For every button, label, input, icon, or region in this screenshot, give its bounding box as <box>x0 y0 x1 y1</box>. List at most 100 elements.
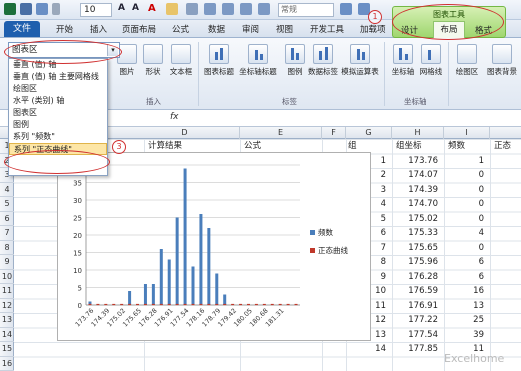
axis-title-button[interactable]: 坐标轴标题 <box>238 44 278 77</box>
cell-i1[interactable]: 频数 <box>448 139 465 153</box>
insert-textbox-button[interactable]: 文本框 <box>166 44 196 77</box>
cell-i[interactable]: 13 <box>444 299 484 313</box>
cell-i[interactable]: 0 <box>444 212 484 226</box>
cell-g[interactable]: 14 <box>346 342 386 356</box>
cell-h[interactable]: 176.91 <box>392 299 438 313</box>
bar[interactable] <box>175 217 179 306</box>
cell-i[interactable]: 1 <box>444 154 484 168</box>
chart-title-button[interactable]: 图表标题 <box>202 44 236 77</box>
insert-shape-button[interactable]: 形状 <box>138 44 168 77</box>
chart-wall-button[interactable]: 图表背景 <box>484 44 520 77</box>
save-icon[interactable] <box>20 3 32 15</box>
tab-developer[interactable]: 开发工具 <box>310 23 344 35</box>
column-header[interactable]: E <box>240 127 322 139</box>
row-header[interactable]: 6 <box>0 212 14 226</box>
bar[interactable] <box>207 228 211 305</box>
cell-h[interactable]: 176.28 <box>392 270 438 284</box>
cell-h[interactable]: 174.39 <box>392 183 438 197</box>
bar[interactable] <box>167 259 171 306</box>
fill-color-icon[interactable] <box>166 3 178 15</box>
tab-data[interactable]: 数据 <box>208 23 225 35</box>
row-header[interactable]: 7 <box>0 226 14 241</box>
border-icon[interactable] <box>186 3 198 15</box>
wrap-icon[interactable] <box>240 3 252 15</box>
bar[interactable] <box>191 266 195 306</box>
data-table-button[interactable]: 模拟运算表 <box>340 44 380 77</box>
gridlines-button[interactable]: 网格线 <box>416 44 446 77</box>
bar[interactable] <box>183 168 187 306</box>
bar[interactable] <box>128 291 132 305</box>
data-labels-button[interactable]: 数据标签 <box>306 44 340 77</box>
cell-h1[interactable]: 组坐标 <box>396 139 422 153</box>
cell-h[interactable]: 175.02 <box>392 212 438 226</box>
cell-i[interactable]: 6 <box>444 255 484 269</box>
row-header[interactable]: 11 <box>0 284 14 299</box>
tab-view[interactable]: 视图 <box>276 23 293 35</box>
row-header[interactable]: 10 <box>0 270 14 284</box>
plot-area-button[interactable]: 绘图区 <box>452 44 482 77</box>
bar[interactable] <box>223 294 227 306</box>
tab-insert[interactable]: 插入 <box>90 23 107 35</box>
chart-area[interactable]: 0510152025303540173.76174.39175.02175.65… <box>57 152 371 341</box>
bar[interactable] <box>215 273 219 306</box>
bar[interactable] <box>143 284 147 305</box>
number-format-select[interactable]: 常规 <box>278 3 334 17</box>
cell-h[interactable]: 174.70 <box>392 197 438 211</box>
cell-i[interactable]: 0 <box>444 241 484 255</box>
column-header[interactable]: F <box>322 127 346 139</box>
tab-file[interactable]: 文件 <box>4 21 40 37</box>
column-header[interactable]: G <box>346 127 392 139</box>
cell-h[interactable]: 176.59 <box>392 284 438 298</box>
dropdown-item-horizontal-axis[interactable]: 水平 (类别) 轴 <box>9 95 107 107</box>
axes-button[interactable]: 坐标轴 <box>388 44 418 77</box>
cell-h[interactable]: 174.07 <box>392 168 438 182</box>
tab-home[interactable]: 开始 <box>56 23 73 35</box>
cell-i[interactable]: 25 <box>444 313 484 327</box>
cell-i[interactable]: 0 <box>444 168 484 182</box>
undo-icon[interactable] <box>36 3 48 15</box>
column-header[interactable]: D <box>130 127 240 139</box>
row-header[interactable]: 15 <box>0 342 14 357</box>
row-header[interactable]: 8 <box>0 241 14 255</box>
cell-h[interactable]: 177.22 <box>392 313 438 327</box>
row-header[interactable]: 16 <box>0 357 14 371</box>
font-color-icon[interactable]: A <box>148 3 160 15</box>
cell-g1[interactable]: 组 <box>348 139 357 153</box>
column-header[interactable]: I <box>444 127 490 139</box>
row-header[interactable]: 12 <box>0 299 14 313</box>
cell-d1[interactable]: 计算结果 <box>148 139 182 153</box>
histogram-chart[interactable]: 0510152025303540173.76174.39175.02175.65… <box>58 153 372 342</box>
cell-i[interactable]: 6 <box>444 270 484 284</box>
tab-formulas[interactable]: 公式 <box>172 23 189 35</box>
merge-icon[interactable] <box>204 3 216 15</box>
indent-icon[interactable] <box>258 3 270 15</box>
tab-review[interactable]: 审阅 <box>242 23 259 35</box>
row-header[interactable]: 14 <box>0 328 14 342</box>
dropdown-icon[interactable] <box>52 3 60 15</box>
dropdown-item-legend[interactable]: 图例 <box>9 119 107 131</box>
cell-h[interactable]: 177.85 <box>392 342 438 356</box>
cell-i[interactable]: 0 <box>444 197 484 211</box>
dropdown-item-plot-area[interactable]: 绘图区 <box>9 83 107 95</box>
row-header[interactable]: 4 <box>0 183 14 197</box>
dropdown-item-chart-area[interactable]: 图表区 <box>9 107 107 119</box>
cell-h[interactable]: 175.96 <box>392 255 438 269</box>
bar[interactable] <box>151 284 155 305</box>
cell-e1[interactable]: 公式 <box>244 139 261 153</box>
align-icon[interactable] <box>222 3 234 15</box>
cell-i[interactable]: 4 <box>444 226 484 240</box>
cell-h[interactable]: 175.33 <box>392 226 438 240</box>
row-header[interactable]: 5 <box>0 197 14 212</box>
fx-icon[interactable]: fx <box>170 112 179 122</box>
row-header[interactable]: 9 <box>0 255 14 270</box>
grow-font-icon[interactable]: A <box>118 3 130 15</box>
cell-h[interactable]: 175.65 <box>392 241 438 255</box>
cell-h[interactable]: 177.54 <box>392 328 438 342</box>
bar[interactable] <box>199 214 203 305</box>
column-header[interactable]: H <box>392 127 444 139</box>
percent-icon[interactable] <box>340 3 352 15</box>
tab-page-layout[interactable]: 页面布局 <box>122 23 156 35</box>
cell-h[interactable]: 173.76 <box>392 154 438 168</box>
shrink-font-icon[interactable]: A <box>132 3 144 15</box>
dropdown-item-series-frequency[interactable]: 系列 "频数" <box>9 131 107 143</box>
